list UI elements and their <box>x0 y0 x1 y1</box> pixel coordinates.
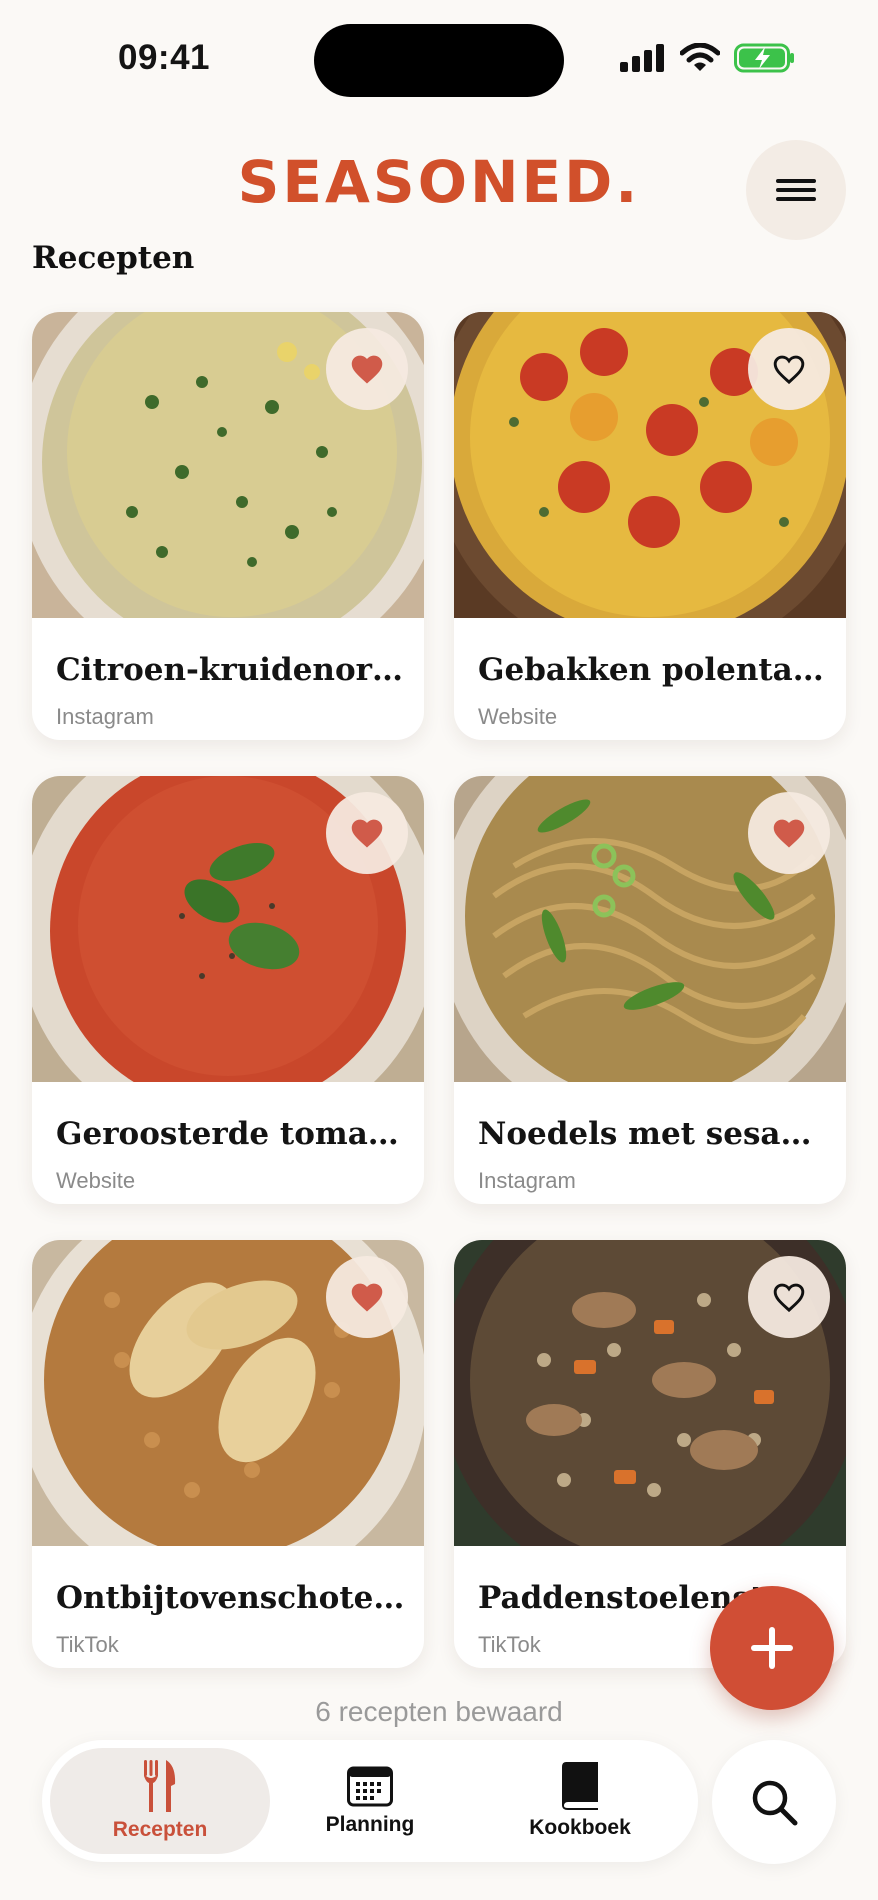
recipe-source: Instagram <box>56 704 154 729</box>
recipe-source: Instagram <box>478 1168 576 1193</box>
heart-filled-icon <box>351 355 383 384</box>
recipe-title: Noedels met sesam en groene groenten <box>478 1116 828 1152</box>
tab-bar: Recepten Planning Kookboek <box>42 1740 698 1862</box>
recipe-card[interactable]: Noedels met sesam en groene groenten Ins… <box>454 776 846 1204</box>
recipe-title: Geroosterde tomatensoep <box>56 1116 406 1152</box>
recipe-source: Website <box>56 1168 136 1193</box>
recipe-card[interactable]: Gebakken polenta met tomaatjes Website <box>454 312 846 740</box>
tab-label: Kookboek <box>529 1816 631 1839</box>
heart-filled-icon <box>351 819 383 848</box>
favorite-button[interactable] <box>748 792 830 874</box>
recipe-source: TikTok <box>478 1632 541 1657</box>
menu-button[interactable] <box>746 140 846 240</box>
favorite-button[interactable] <box>748 328 830 410</box>
favorite-button[interactable] <box>326 1256 408 1338</box>
recipe-source: Website <box>478 704 558 729</box>
fork-knife-icon <box>144 1760 176 1812</box>
search-button[interactable] <box>712 1740 836 1864</box>
dynamic-island <box>314 24 564 97</box>
recipe-card[interactable]: Geroosterde tomatensoep Website <box>32 776 424 1204</box>
favorite-button[interactable] <box>326 792 408 874</box>
wifi-icon <box>679 42 721 78</box>
recipe-title: Ontbijtovenschotel met peer <box>56 1580 406 1616</box>
status-time: 09:41 <box>118 38 211 77</box>
plus-icon <box>751 1627 793 1669</box>
add-recipe-button[interactable] <box>710 1586 834 1710</box>
hamburger-icon <box>776 179 816 201</box>
recipe-card[interactable]: Ontbijtovenschotel met peer TikTok <box>32 1240 424 1668</box>
tab-label: Planning <box>325 1813 415 1836</box>
heart-outline-icon <box>773 1283 805 1313</box>
status-bar: 09:41 <box>0 0 878 120</box>
heart-filled-icon <box>351 1283 383 1312</box>
tab-kookboek[interactable]: Kookboek <box>470 1748 690 1854</box>
favorite-button[interactable] <box>748 1256 830 1338</box>
recipe-title: Gebakken polenta met tomaatjes <box>478 652 828 688</box>
book-icon <box>562 1762 598 1810</box>
heart-filled-icon <box>773 819 805 848</box>
heart-outline-icon <box>773 355 805 385</box>
status-icons <box>620 42 796 78</box>
section-title: Recepten <box>32 240 195 276</box>
cellular-signal-icon <box>620 43 666 77</box>
favorite-button[interactable] <box>326 328 408 410</box>
battery-charging-icon <box>734 43 796 78</box>
recipe-title: Citroen-kruidenorzo <box>56 652 406 688</box>
tab-recepten[interactable]: Recepten <box>50 1748 270 1854</box>
tab-label: Recepten <box>112 1818 208 1841</box>
recipe-card[interactable]: Citroen-kruidenorzo Instagram <box>32 312 424 740</box>
tab-planning[interactable]: Planning <box>260 1748 480 1854</box>
calendar-icon <box>347 1766 393 1807</box>
search-icon <box>752 1780 798 1826</box>
recipe-source: TikTok <box>56 1632 119 1657</box>
